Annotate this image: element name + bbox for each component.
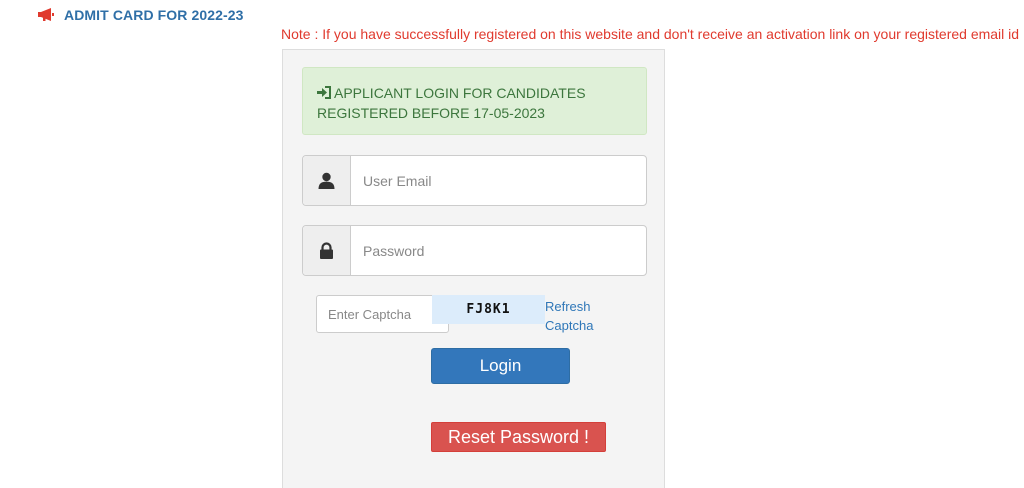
- password-field[interactable]: [351, 226, 646, 275]
- admit-card-title[interactable]: ADMIT CARD FOR 2022-23: [64, 7, 244, 23]
- announcement-header: ADMIT CARD FOR 2022-23: [38, 7, 244, 23]
- megaphone-icon: [38, 8, 54, 21]
- email-field[interactable]: [351, 156, 646, 205]
- user-icon: [318, 172, 335, 189]
- sign-in-icon: [317, 86, 331, 99]
- refresh-captcha-link[interactable]: Refresh Captcha: [545, 297, 605, 335]
- lock-icon: [320, 242, 333, 259]
- password-input-group: [302, 225, 647, 276]
- email-input-group: [302, 155, 647, 206]
- login-button[interactable]: Login: [431, 348, 570, 384]
- activation-note: Note : If you have successfully register…: [281, 26, 1020, 42]
- reset-password-button[interactable]: Reset Password !: [431, 422, 606, 452]
- captcha-input[interactable]: [316, 295, 449, 333]
- login-alert: APPLICANT LOGIN FOR CANDIDATES REGISTERE…: [302, 67, 647, 135]
- captcha-image: FJ8K1: [432, 295, 545, 324]
- login-panel: APPLICANT LOGIN FOR CANDIDATES REGISTERE…: [282, 49, 665, 488]
- alert-text-line1: APPLICANT LOGIN FOR CANDIDATES: [334, 85, 586, 101]
- alert-text-line2: REGISTERED BEFORE 17-05-2023: [317, 105, 545, 121]
- email-addon: [303, 156, 351, 205]
- password-addon: [303, 226, 351, 275]
